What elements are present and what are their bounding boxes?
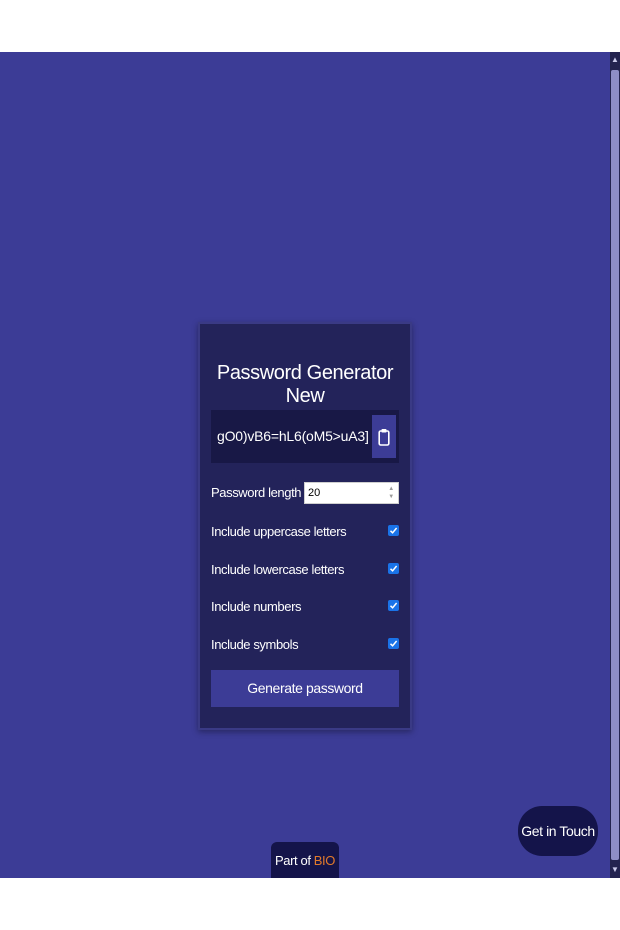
checkmark-icon <box>389 602 398 609</box>
option-numbers-label: Include numbers <box>211 599 302 614</box>
password-generator-card: Password Generator New gO0)vB6=hL6(oM5>u… <box>198 322 412 730</box>
checkmark-icon <box>389 527 398 534</box>
scroll-up-icon[interactable]: ▲ <box>610 52 620 68</box>
part-of-label: Part of <box>275 853 311 868</box>
generate-password-button[interactable]: Generate password <box>211 670 399 707</box>
uppercase-checkbox[interactable] <box>388 525 399 536</box>
option-lowercase-label: Include lowercase letters <box>211 562 345 577</box>
option-numbers: Include numbers <box>211 596 399 618</box>
checkmark-icon <box>389 565 398 572</box>
get-in-touch-button[interactable]: Get in Touch <box>518 806 598 856</box>
password-length-value: 20 <box>308 487 321 499</box>
page-title: Password Generator New <box>216 362 394 407</box>
symbols-checkbox[interactable] <box>388 638 399 649</box>
option-lowercase: Include lowercase letters <box>211 559 399 581</box>
lowercase-checkbox[interactable] <box>388 563 399 574</box>
numbers-checkbox[interactable] <box>388 600 399 611</box>
password-result: gO0)vB6=hL6(oM5>uA3] <box>211 410 399 463</box>
option-symbols-label: Include symbols <box>211 637 299 652</box>
scroll-down-icon[interactable]: ▼ <box>610 862 620 878</box>
copy-to-clipboard-button[interactable] <box>372 415 396 458</box>
clipboard-icon <box>378 428 390 446</box>
password-length-label: Password length <box>211 485 302 500</box>
password-length-row: Password length 20 ▲ ▼ <box>211 482 399 504</box>
scrollbar-thumb[interactable] <box>611 70 619 860</box>
option-uppercase: Include uppercase letters <box>211 521 399 543</box>
checkmark-icon <box>389 640 398 647</box>
password-length-input[interactable]: 20 ▲ ▼ <box>304 482 399 504</box>
option-symbols: Include symbols <box>211 634 399 656</box>
brand-link[interactable]: BIO <box>314 853 336 868</box>
vertical-scrollbar[interactable]: ▲ ▼ <box>610 52 620 878</box>
part-of-badge[interactable]: Part of BIO <box>271 842 339 878</box>
generated-password: gO0)vB6=hL6(oM5>uA3] <box>217 428 369 444</box>
option-uppercase-label: Include uppercase letters <box>211 524 347 539</box>
number-stepper[interactable]: ▲ ▼ <box>386 485 396 501</box>
page-background: Password Generator New gO0)vB6=hL6(oM5>u… <box>0 52 610 878</box>
